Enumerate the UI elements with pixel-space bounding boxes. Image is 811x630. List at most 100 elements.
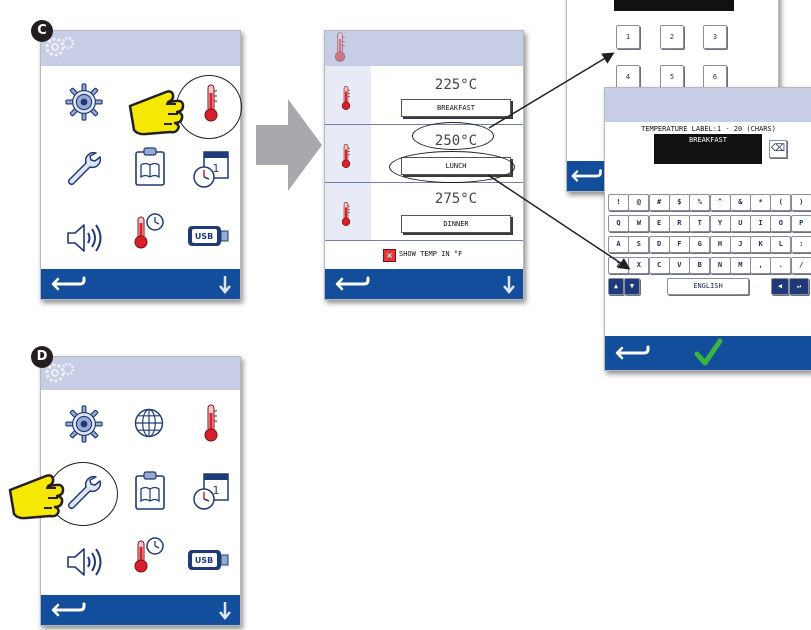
keyboard-key[interactable]: S [628,236,650,253]
keyboard-key[interactable]: P [790,215,811,232]
temperature-value[interactable]: 225°C [400,77,512,93]
keyboard-key[interactable]: W [628,215,650,232]
back-arrow-icon[interactable] [333,276,373,292]
header-bar [41,31,240,66]
keyboard-screen: TEMPERATURE LABEL:1 - 20 (CHARS) BREAKFA… [604,87,811,371]
back-arrow-icon[interactable] [613,345,653,361]
keyboard-key[interactable]: . [770,257,792,274]
keyboard-key[interactable]: H [709,236,731,253]
keyboard-key[interactable]: G [689,236,711,253]
numpad-key[interactable]: 6 [703,65,727,89]
keyboard-key[interactable]: R [668,215,690,232]
speaker-icon[interactable] [63,542,103,582]
clipboard-book-icon[interactable] [132,471,168,511]
keyboard-key[interactable]: ^ [709,194,731,211]
pointing-hand-icon [126,84,196,140]
enter-button[interactable]: ↵ [789,278,809,295]
keyboard-key[interactable]: E [648,215,670,232]
numpad-display [614,0,734,11]
calendar-clock-icon[interactable] [191,471,231,511]
text-entry-field[interactable]: BREAKFAST [654,134,762,164]
keyboard-key[interactable]: B [689,257,711,274]
keyboard-key[interactable]: I [750,215,772,232]
temperature-value[interactable]: 275°C [400,191,512,207]
usb-icon[interactable]: USB [186,547,230,573]
label-button[interactable]: DINNER [401,215,511,233]
flow-arrow-icon [256,99,322,191]
label-button[interactable]: BREAKFAST [401,99,511,117]
keyboard-key[interactable]: C [648,257,670,274]
keyboard-key[interactable]: J [729,236,751,253]
keyboard-key[interactable]: & [729,194,751,211]
keyboard-key[interactable]: ) [790,194,811,211]
clipboard-book-icon[interactable] [132,147,168,187]
wrench-icon[interactable] [63,149,103,189]
keyboard-key[interactable]: N [709,257,731,274]
keyboard-key[interactable]: K [750,236,772,253]
keyboard-key[interactable]: * [750,194,772,211]
shift-down-button[interactable]: ▼ [624,278,640,295]
thermometer-clock-icon[interactable] [129,535,169,575]
globe-icon[interactable] [131,405,167,441]
scroll-down-icon[interactable] [219,600,231,620]
steering-wheel-icon[interactable] [65,405,103,443]
calendar-clock-icon[interactable] [191,149,231,189]
keyboard-key[interactable]: $ [668,194,690,211]
usb-icon[interactable]: USB [186,223,230,249]
keyboard-key[interactable]: @ [628,194,650,211]
clear-button[interactable]: ⌫ [769,140,787,158]
keyboard-key[interactable]: X [628,257,650,274]
keyboard-key[interactable]: Q [608,215,629,232]
show-fahrenheit-label: SHOW TEMP IN °F [399,250,463,258]
keyboard-key[interactable]: U [729,215,751,232]
header-bar [605,88,811,122]
thermometer-clock-icon[interactable] [129,211,169,251]
checkmark-icon[interactable] [693,338,723,368]
keyboard-key[interactable]: A [608,236,629,253]
numpad-key[interactable]: 1 [616,25,640,49]
keyboard-key[interactable]: # [648,194,670,211]
language-button[interactable]: ENGLISH [667,278,749,295]
keyboard-key[interactable]: F [668,236,690,253]
show-fahrenheit-checkbox[interactable]: × [383,249,396,262]
keyboard-key[interactable]: D [648,236,670,253]
label-highlight-ellipse [389,151,515,183]
footer-bar [41,269,240,299]
keyboard-key[interactable]: / [790,257,811,274]
header-bar [41,357,240,390]
speaker-icon[interactable] [63,218,103,258]
scroll-down-icon[interactable] [503,274,515,294]
keyboard-key[interactable]: M [729,257,751,274]
scroll-down-icon[interactable] [219,274,231,294]
shift-up-button[interactable]: ▲ [608,278,624,295]
badge-c: C [31,20,53,42]
keyboard-key[interactable]: : [790,236,811,253]
keyboard-key[interactable]: L [770,236,792,253]
keyboard-key[interactable]: Z [608,257,629,274]
keyboard-key[interactable]: ( [770,194,792,211]
thermometer-icon [339,201,353,227]
keyboard-key[interactable]: , [750,257,772,274]
label-prompt: TEMPERATURE LABEL:1 - 20 (CHARS) [641,125,776,133]
numpad-key[interactable]: 4 [616,65,640,89]
footer-bar [605,336,811,370]
numpad-key[interactable]: 2 [660,25,684,49]
usb-label: USB [194,555,214,565]
back-arrow-icon[interactable] [49,276,89,292]
thermometer-icon[interactable] [201,403,221,443]
numpad-key[interactable]: 5 [660,65,684,89]
keyboard-key[interactable]: O [770,215,792,232]
steering-wheel-icon[interactable] [65,83,103,121]
keyboard-key[interactable]: Y [709,215,731,232]
header-bar [325,31,523,66]
back-arrow-icon[interactable] [569,168,605,184]
divider [325,182,523,183]
badge-d: D [31,346,53,368]
back-arrow-icon[interactable] [49,602,89,618]
keyboard-key[interactable]: T [689,215,711,232]
backspace-button[interactable]: ◀ [771,278,789,295]
keyboard-key[interactable]: % [689,194,711,211]
numpad-key[interactable]: 3 [703,25,727,49]
keyboard-key[interactable]: ! [608,194,629,211]
keyboard-key[interactable]: V [668,257,690,274]
